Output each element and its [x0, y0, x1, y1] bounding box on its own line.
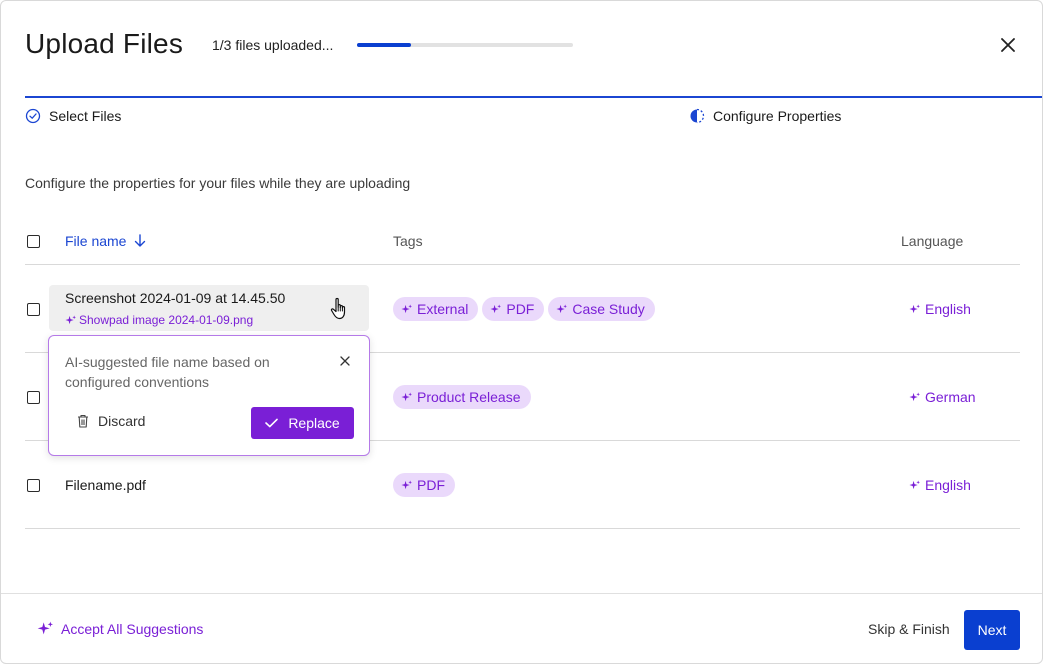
column-label: File name: [65, 233, 127, 249]
language-selector[interactable]: English: [909, 301, 971, 317]
discard-label: Discard: [98, 413, 146, 429]
section-description: Configure the properties for your files …: [25, 175, 411, 191]
arrow-down-icon: [135, 234, 146, 247]
sparkle-icon: [401, 391, 412, 401]
step-select-files[interactable]: Select Files: [25, 108, 121, 124]
discard-button[interactable]: Discard: [77, 413, 145, 429]
upload-files-dialog: Upload Files 1/3 files uploaded... Selec…: [0, 0, 1043, 664]
next-button[interactable]: Next: [964, 610, 1020, 650]
stepper-progress-line: [25, 96, 1042, 98]
language-label: English: [925, 301, 971, 317]
language-selector[interactable]: English: [909, 477, 971, 493]
row-checkbox[interactable]: [27, 479, 40, 492]
column-header-tags: Tags: [393, 233, 423, 249]
sparkle-icon: [909, 391, 920, 401]
language-label: German: [925, 389, 976, 405]
table-header: File name Tags Language: [25, 227, 1020, 265]
sparkle-icon: [490, 303, 502, 313]
step-label: Select Files: [49, 108, 122, 124]
dialog-footer: Accept All Suggestions Skip & Finish Nex…: [1, 593, 1042, 663]
upload-progress-text: 1/3 files uploaded...: [212, 37, 334, 53]
sparkle-icon: [909, 303, 920, 313]
sparkle-icon: [556, 303, 568, 313]
check-icon: [265, 418, 279, 428]
column-header-language: Language: [901, 233, 964, 249]
tag-label: Product Release: [417, 389, 521, 405]
tag-label: Case Study: [572, 301, 645, 317]
tag-label: PDF: [506, 301, 535, 317]
accept-all-suggestions-button[interactable]: Accept All Suggestions: [37, 621, 203, 637]
language-label: English: [925, 477, 971, 493]
row-checkbox[interactable]: [27, 303, 40, 316]
tag-chip[interactable]: PDF: [393, 473, 455, 497]
tag-list: Product Release: [393, 385, 531, 409]
check-circle-icon: [25, 108, 41, 124]
close-icon: [340, 356, 350, 366]
tag-list: External PDF Case Study: [393, 297, 655, 321]
file-name[interactable]: Screenshot 2024-01-09 at 14.45.50: [65, 290, 285, 306]
half-circle-progress-icon: [690, 108, 705, 124]
sparkle-icon: [37, 621, 53, 635]
tag-chip[interactable]: PDF: [482, 297, 545, 321]
upload-progress-fill: [357, 43, 411, 47]
sparkle-icon: [401, 303, 412, 313]
close-icon: [1001, 38, 1015, 52]
step-configure-properties[interactable]: Configure Properties: [689, 108, 841, 124]
replace-label: Replace: [288, 415, 340, 431]
tag-label: PDF: [417, 477, 445, 493]
ai-suggestion-popover: AI-suggested file name based on configur…: [48, 335, 370, 456]
sparkle-icon: [401, 479, 412, 489]
row-checkbox[interactable]: [27, 391, 40, 404]
step-label: Configure Properties: [713, 108, 842, 124]
skip-and-finish-button[interactable]: Skip & Finish: [868, 621, 950, 637]
language-selector[interactable]: German: [909, 389, 976, 405]
accept-all-label: Accept All Suggestions: [61, 621, 204, 637]
tag-chip[interactable]: Product Release: [393, 385, 531, 409]
replace-button[interactable]: Replace: [251, 407, 354, 439]
page-title: Upload Files: [25, 28, 184, 59]
tag-chip[interactable]: External: [393, 297, 479, 321]
trash-icon: [78, 414, 88, 428]
ai-suggested-name[interactable]: Showpad image 2024-01-09.png: [65, 313, 253, 327]
upload-progress-bar: [357, 43, 573, 47]
hand-pointer-icon: [330, 297, 346, 320]
file-name[interactable]: Filename.pdf: [65, 477, 146, 493]
tag-list: PDF: [393, 473, 455, 497]
popover-message: AI-suggested file name based on configur…: [65, 354, 270, 390]
sparkle-icon: [909, 479, 920, 489]
close-dialog-button[interactable]: [997, 34, 1019, 56]
column-header-file-name[interactable]: File name: [65, 233, 146, 249]
ai-suggested-name-text: Showpad image 2024-01-09.png: [79, 313, 254, 327]
select-all-checkbox[interactable]: [27, 235, 40, 248]
tag-chip[interactable]: Case Study: [548, 297, 655, 321]
tag-label: External: [417, 301, 469, 317]
popover-close-button[interactable]: [338, 354, 352, 368]
sparkle-icon: [65, 314, 76, 324]
